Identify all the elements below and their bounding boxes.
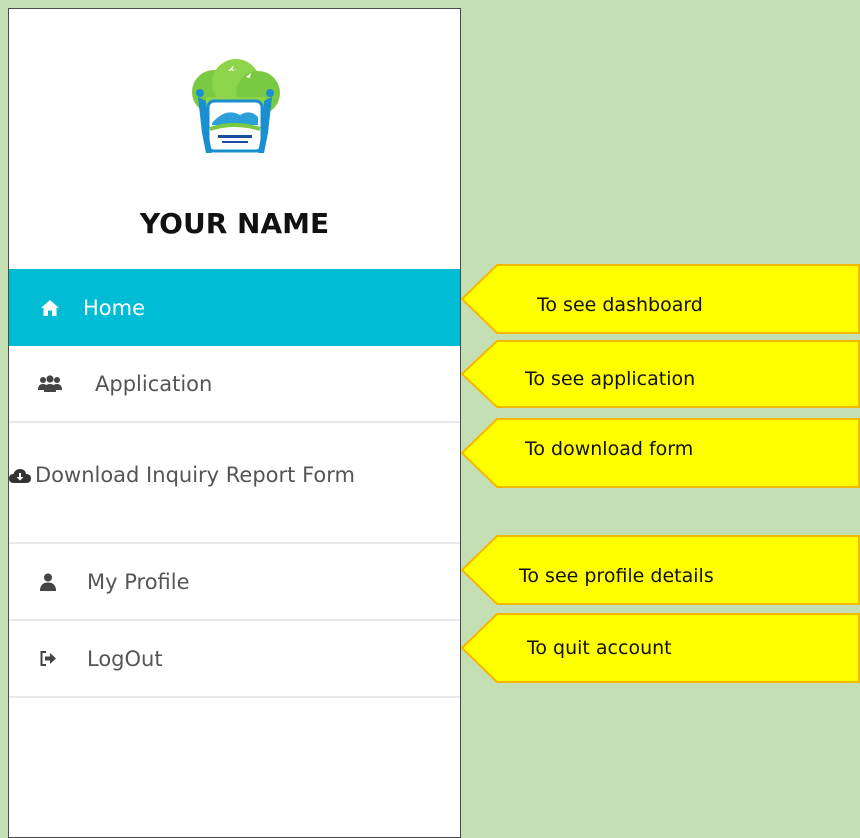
callout-profile: To see profile details [461,535,860,605]
nav-download-label: Download Inquiry Report Form [35,463,355,487]
callout-profile-text: To see profile details [519,565,714,587]
nav-my-profile[interactable]: My Profile [9,544,460,621]
nav-logout[interactable]: LogOut [9,621,460,698]
nav-download-inquiry-report-form[interactable]: Download Inquiry Report Form [9,423,460,544]
callout-download: To download form [461,418,860,488]
logo-emblem-icon [192,59,280,153]
nav-my-profile-label: My Profile [87,569,190,594]
sidebar: YOUR NAME Home Application Download Inqu… [8,8,461,838]
callout-application: To see application [461,340,860,408]
callout-logout: To quit account [461,613,860,683]
nav-application-label: Application [95,371,213,396]
callout-dashboard-text: To see dashboard [537,294,703,316]
user-icon [39,573,57,591]
home-icon [39,299,61,317]
sign-out-icon [39,651,57,666]
nav-home[interactable]: Home [9,269,460,346]
users-icon [37,374,63,393]
callout-dashboard: To see dashboard [461,264,860,334]
cloud-download-icon [9,468,31,484]
nav-application[interactable]: Application [9,346,460,423]
nav-home-label: Home [83,295,146,320]
callout-application-text: To see application [525,368,696,390]
nav-logout-label: LogOut [87,646,163,671]
callout-logout-text: To quit account [527,637,672,659]
callout-download-text: To download form [525,438,694,460]
user-name: YOUR NAME [139,207,330,240]
